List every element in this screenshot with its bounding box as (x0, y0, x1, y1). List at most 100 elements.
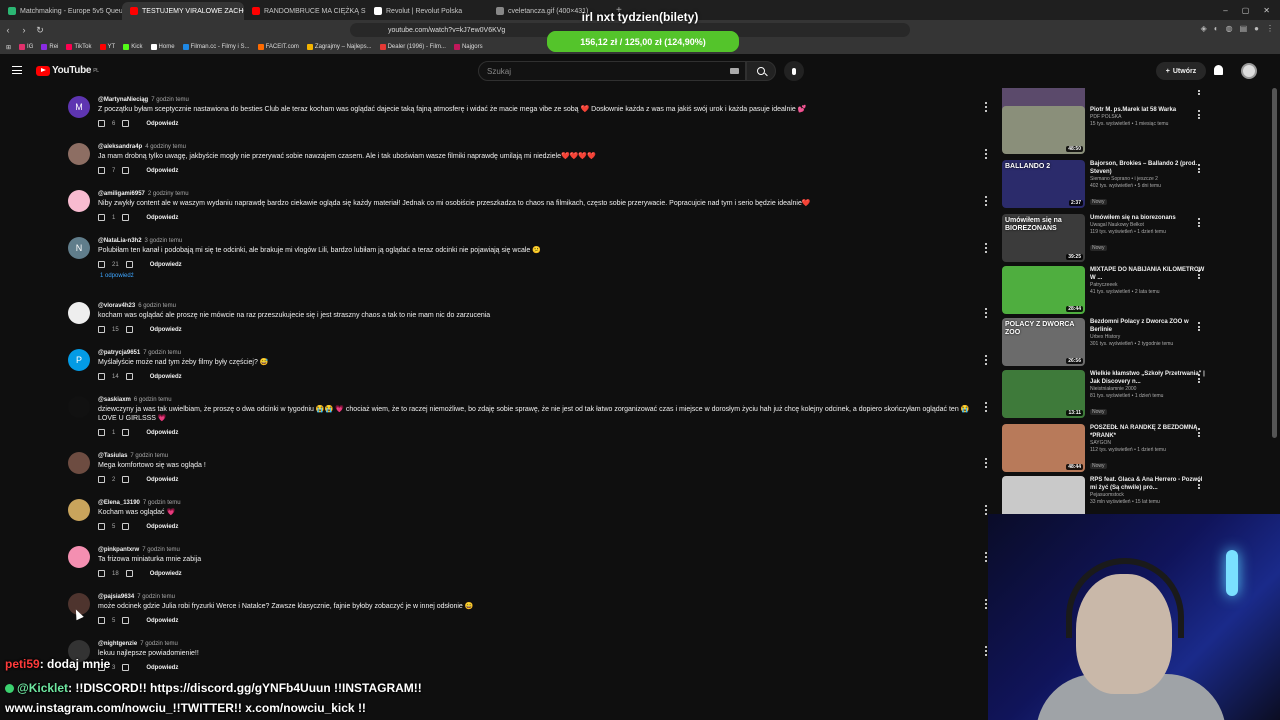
video-thumbnail[interactable]: 3:21 (1002, 476, 1085, 518)
thumbs-down-icon[interactable] (122, 214, 130, 221)
bookmark-item[interactable]: Kick (123, 44, 143, 50)
video-more-icon[interactable] (1198, 374, 1201, 383)
comment-more-icon[interactable] (985, 102, 988, 112)
voice-search-button[interactable] (784, 61, 804, 81)
thumbs-down-icon[interactable] (125, 570, 133, 577)
search-input[interactable]: Szukaj (478, 61, 746, 81)
create-button[interactable]: + Utwórz (1156, 62, 1206, 80)
recommended-video[interactable]: 3:21 RPS feat. Glaca & Ana Herrero - Pozw… (1002, 476, 1272, 518)
comment-time[interactable]: 3 godzin temu (145, 238, 183, 244)
video-title[interactable]: MIXTAPE DO NABIJANIA KILOMETRÓW W ... (1090, 266, 1210, 282)
channel-name[interactable]: PDF POLSKA (1090, 114, 1210, 121)
reply-button[interactable]: Odpowiedz (150, 374, 182, 380)
video-thumbnail[interactable]: 28:44 (1002, 266, 1085, 314)
video-more-icon[interactable] (1198, 480, 1201, 489)
bookmark-item[interactable]: Rei (41, 44, 58, 50)
reply-button[interactable]: Odpowiedz (150, 571, 182, 577)
bookmark-item[interactable]: TikTok (66, 44, 92, 50)
video-thumbnail[interactable]: 48:50 (1002, 106, 1085, 154)
video-thumbnail[interactable]: BALLANDO 2 2:37 (1002, 160, 1085, 208)
comment-time[interactable]: 6 godzin temu (138, 303, 176, 309)
video-title[interactable]: Bezdomni Polacy z Dworca ZOO w Berlinie (1090, 318, 1210, 334)
recommended-video[interactable]: BALLANDO 2 2:37 Bajorson, Brokies – Ballan… (1002, 160, 1272, 210)
comment-avatar[interactable] (68, 546, 90, 568)
channel-name[interactable]: Urbex History (1090, 334, 1210, 341)
thumbs-down-icon[interactable] (125, 261, 133, 268)
account-avatar[interactable] (1241, 63, 1257, 79)
bookmark-item[interactable]: FACEIT.com (257, 44, 299, 50)
extension-icon[interactable]: ◍ (1226, 24, 1233, 33)
maximize-icon[interactable]: ▢ (1242, 6, 1250, 15)
comment-author[interactable]: @vlorav4h23 (98, 303, 135, 309)
comment-author[interactable]: @Tasiulas (98, 453, 127, 459)
recommended-video[interactable]: Umówiłem się na BIOREZONANS 39:25 Umówiłem… (1002, 214, 1272, 264)
thumbs-up-icon[interactable] (98, 570, 105, 577)
minimize-icon[interactable]: – (1223, 6, 1227, 15)
video-title[interactable]: RPS feat. Glaca & Ana Herrero - Pozwól m… (1090, 476, 1210, 492)
video-title[interactable]: Wielkie kłamstwo „Szkoły Przetrwania" | … (1090, 370, 1210, 386)
notifications-bell-icon[interactable] (1214, 65, 1223, 75)
comment-time[interactable]: 7 godzin temu (143, 500, 181, 506)
bookmark-item[interactable]: Dealer (1996) - Film... (379, 44, 446, 50)
channel-name[interactable]: Uwagal Naukowy Bełkot (1090, 222, 1210, 229)
profile-icon[interactable]: ● (1254, 24, 1259, 33)
comment-avatar[interactable] (68, 452, 90, 474)
channel-name[interactable]: Siemano Soprano • i jeszcze 2 (1090, 176, 1210, 183)
video-title[interactable]: POSZEDŁ NA RANDKĘ Z BEZDOMNĄ *PRANK* (1090, 424, 1210, 440)
reply-button[interactable]: Odpowiedz (146, 524, 178, 530)
video-more-icon[interactable] (1198, 428, 1201, 437)
reply-button[interactable]: Odpowiedz (146, 215, 178, 221)
thumbs-down-icon[interactable] (125, 326, 133, 333)
channel-name[interactable]: Patryczeeek (1090, 282, 1210, 289)
comment-author[interactable]: @amiligami6957 (98, 191, 145, 197)
comment-author[interactable]: @nightgenzie (98, 641, 137, 647)
comment-time[interactable]: 7 godzin temu (142, 547, 180, 553)
thumbs-down-icon[interactable] (122, 523, 130, 530)
video-title[interactable]: Umówiłem się na biorezonans (1090, 214, 1210, 222)
extension-icon[interactable]: ◐ (1214, 24, 1219, 33)
browser-tab[interactable]: TESTUJEMY VIRALOWE ZACHC× (122, 2, 244, 20)
bookmark-item[interactable]: YT (99, 44, 115, 50)
comment-author[interactable]: @pinkpantxrw (98, 547, 139, 553)
video-more-icon[interactable] (1198, 270, 1201, 279)
comment-time[interactable]: 7 godzin temu (130, 453, 168, 459)
bookmark-item[interactable]: Zagrajmy – Najleps... (306, 44, 372, 50)
reply-button[interactable]: Odpowiedz (146, 121, 178, 127)
comment-avatar[interactable]: P (68, 349, 90, 371)
comment-more-icon[interactable] (985, 355, 988, 365)
reply-button[interactable]: Odpowiedz (146, 665, 178, 671)
thumbs-up-icon[interactable] (98, 523, 105, 530)
thumbs-up-icon[interactable] (98, 617, 105, 624)
search-button[interactable] (746, 61, 776, 81)
reply-button[interactable]: Odpowiedz (146, 430, 178, 436)
comment-time[interactable]: 6 godzin temu (134, 397, 172, 403)
extension-icon[interactable]: ▤ (1240, 24, 1248, 33)
comment-time[interactable]: 7 godzin temu (140, 641, 178, 647)
recommended-video[interactable]: POLACY Z DWORCA ZOO 26:56 Bezdomni Polacy … (1002, 318, 1272, 368)
comment-avatar[interactable] (68, 396, 90, 418)
channel-name[interactable]: Nieistniałamnie 2000 (1090, 386, 1210, 393)
comment-avatar[interactable]: M (68, 96, 90, 118)
channel-name[interactable]: Pejasuomstock (1090, 492, 1210, 499)
page-scrollbar[interactable] (1272, 88, 1277, 438)
extension-icon[interactable]: ◈ (1201, 24, 1207, 33)
comment-avatar[interactable]: N (68, 237, 90, 259)
thumbs-up-icon[interactable] (98, 326, 105, 333)
recommended-video[interactable]: 48:50 Piotr M. ps.Marek lat 58 Warka PDF P… (1002, 106, 1272, 156)
thumbs-up-icon[interactable] (98, 429, 105, 436)
bookmark-item[interactable]: Najgors (453, 44, 483, 50)
comment-more-icon[interactable] (985, 458, 988, 468)
apps-grid-icon[interactable]: ⊞ (6, 44, 11, 51)
video-thumbnail[interactable]: 48:44 (1002, 424, 1085, 472)
comment-avatar[interactable] (68, 190, 90, 212)
video-more-icon[interactable] (1198, 322, 1201, 331)
comment-time[interactable]: 7 godzin temu (143, 350, 181, 356)
video-title[interactable]: Bajorson, Brokies – Ballando 2 (prod. St… (1090, 160, 1210, 176)
thumbs-up-icon[interactable] (98, 373, 105, 380)
comment-avatar[interactable] (68, 302, 90, 324)
forward-icon[interactable]: › (16, 25, 32, 35)
comment-more-icon[interactable] (985, 308, 988, 318)
keyboard-icon[interactable] (730, 68, 739, 74)
back-icon[interactable]: ‹ (0, 25, 16, 35)
reply-button[interactable]: Odpowiedz (150, 262, 182, 268)
